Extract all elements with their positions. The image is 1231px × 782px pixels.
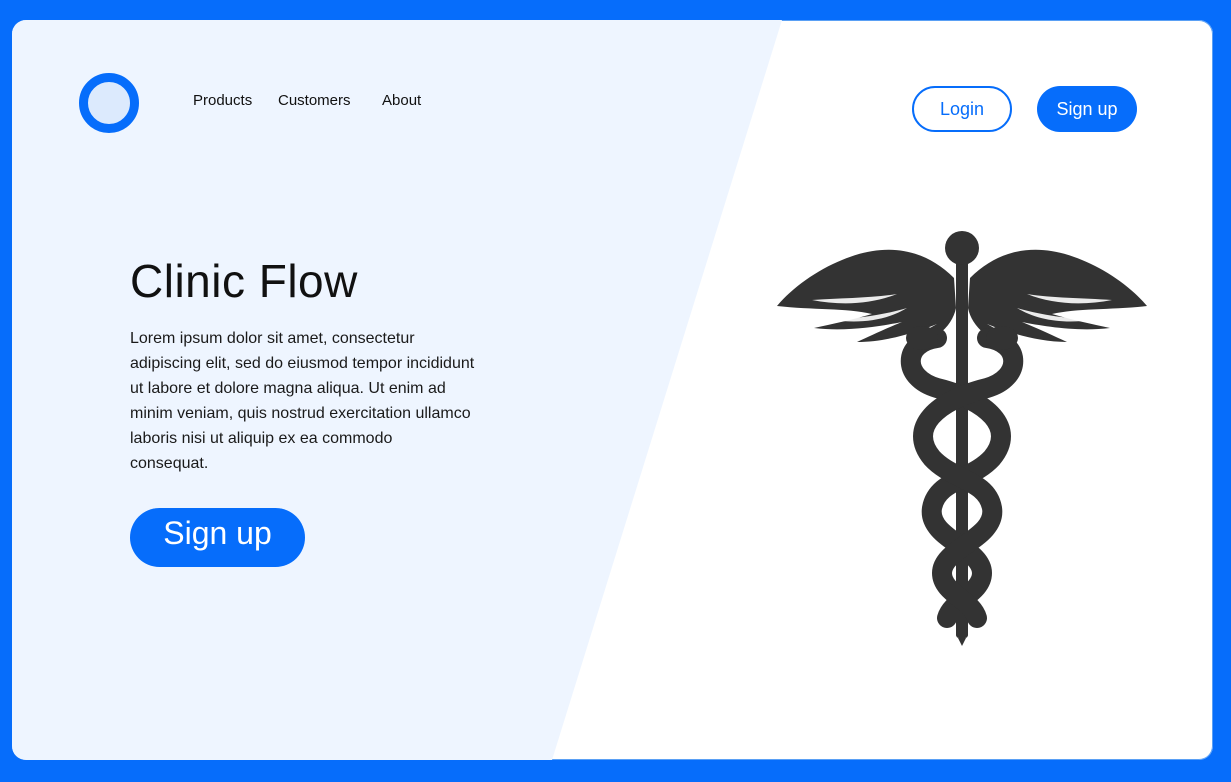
nav-about[interactable]: About xyxy=(382,92,421,109)
login-button[interactable]: Login xyxy=(912,86,1012,132)
caduceus-icon xyxy=(777,231,1147,646)
nav-products[interactable]: Products xyxy=(193,92,252,109)
landing-card: Products Customers About Login Sign up C… xyxy=(12,20,1213,760)
circle-logo-icon[interactable] xyxy=(79,73,139,133)
signup-button[interactable]: Sign up xyxy=(1037,86,1137,132)
hero-description: Lorem ipsum dolor sit amet, consectetur … xyxy=(130,330,475,472)
nav-customers[interactable]: Customers xyxy=(278,92,351,109)
page-title: Clinic Flow xyxy=(130,255,358,307)
hero-signup-button[interactable]: Sign up xyxy=(130,508,305,567)
